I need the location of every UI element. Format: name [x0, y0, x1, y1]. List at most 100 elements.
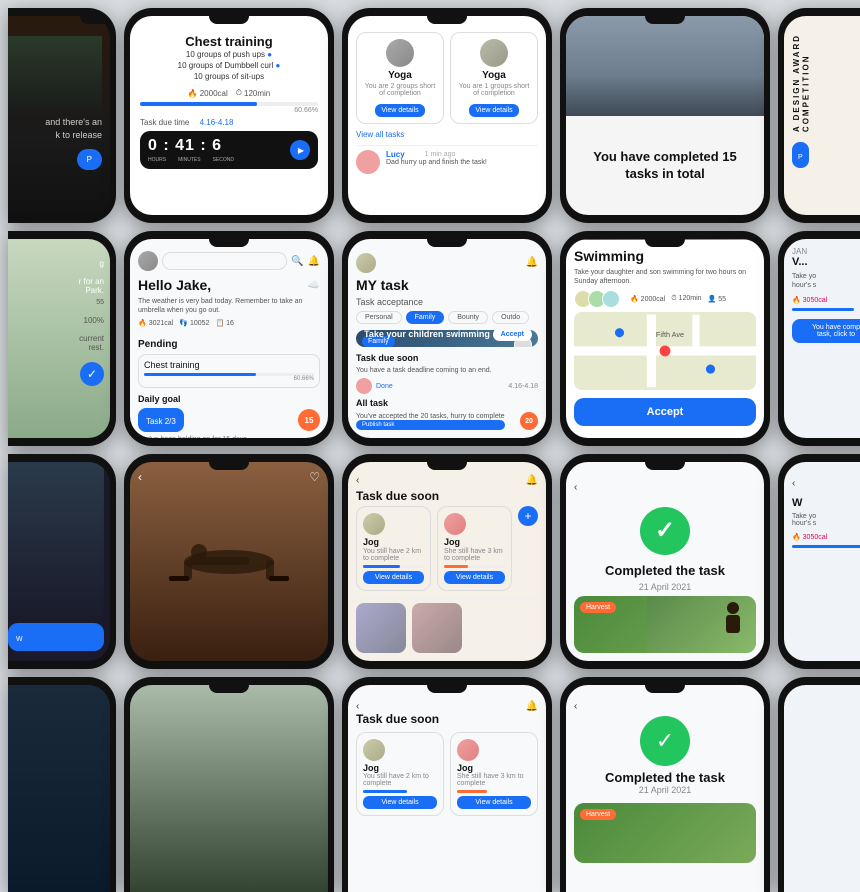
bottom-jog-name-2: Jog: [457, 763, 531, 773]
bell-icon[interactable]: 🔔: [308, 256, 320, 267]
tab-bounty[interactable]: Bounty: [448, 311, 488, 324]
completion-checkmark: [640, 507, 690, 555]
due-avatar: [356, 378, 372, 394]
phone-forest-partial: and there's ank to release P: [8, 8, 116, 223]
task-percent: 60.66%: [144, 376, 314, 382]
bottom-view-btn-2[interactable]: View details: [457, 796, 531, 809]
publish-task-button[interactable]: Publish task: [356, 420, 505, 430]
back-button-completed[interactable]: ‹: [574, 482, 577, 493]
steps-icon: 👣: [179, 319, 188, 327]
progress-bar: [140, 102, 318, 106]
bottom-right-screen: [784, 685, 860, 892]
back-btn-bottom[interactable]: ‹: [356, 701, 359, 712]
workout-partial-stats: 🔥 3050cal: [792, 296, 860, 304]
all-task-section: All task: [356, 398, 538, 408]
yoga-sub-1: You are 2 groups short of completion: [363, 83, 437, 97]
view-all-link[interactable]: View all tasks: [356, 130, 538, 139]
search-bar[interactable]: [162, 252, 287, 270]
timer-display: 0 : 41 : 6 HOURS MINUTES SECOND: [148, 137, 234, 163]
jog-view-btn-2[interactable]: View details: [444, 571, 505, 584]
bell-bottom[interactable]: 🔔: [526, 701, 538, 712]
notch-trees: [209, 685, 249, 693]
phone-award-partial: A DESIGN AWARDCOMPETITION P: [778, 8, 860, 223]
notch-jake: [209, 239, 249, 247]
partial-row3-right-screen: ‹ W Take yohour's s 🔥 3050cal: [784, 462, 860, 661]
swimming-title: Swimming: [574, 248, 756, 264]
flame-icon-jake: 🔥: [138, 319, 147, 327]
jake-stats: 🔥 3021cal 👣 10052 📋 16: [138, 319, 320, 327]
heart-icon-pushup[interactable]: ♡: [309, 470, 320, 484]
jake-cal: 🔥 3021cal: [138, 319, 173, 327]
timer-value: 0 : 41 : 6: [148, 137, 234, 155]
jake-steps: 👣 10052: [179, 319, 209, 327]
exercise-item-2: 10 groups of Dumbbell curl ●: [140, 61, 318, 70]
forest-text: and there's ank to release: [45, 116, 102, 141]
task-bell-icon[interactable]: 🔔: [526, 257, 538, 268]
bottom-jog-bar-1: [363, 790, 407, 793]
exercise-item-3: 10 groups of sit-ups: [140, 72, 318, 81]
partial-r3-title: W: [792, 497, 860, 509]
back-button-pushup[interactable]: ‹: [138, 470, 142, 484]
daily-goal-label: Daily goal: [138, 394, 320, 404]
harvest-person: [718, 600, 748, 640]
back-button-jog[interactable]: ‹: [356, 475, 359, 486]
bottom-jog-bar-2: [457, 790, 487, 793]
search-icon: 🔍: [291, 256, 303, 267]
partial-r3-stats: 🔥 3050cal: [792, 533, 860, 541]
yoga-screen: Yoga You are 2 groups short of completio…: [348, 16, 546, 215]
all-task-text: You've accepted the 20 tasks, hurry to c…: [356, 413, 505, 420]
view-details-btn-1[interactable]: View details: [375, 104, 424, 117]
task-button[interactable]: Task 2/3: [138, 408, 184, 432]
partial-flame: 🔥 3050cal: [792, 296, 827, 304]
tab-personal[interactable]: Personal: [356, 311, 402, 324]
swimming-info: Swimming Take your daughter and son swim…: [566, 240, 764, 438]
due-label: Task due time 4.16-4.18: [140, 118, 318, 127]
bell-icon-jog[interactable]: 🔔: [526, 475, 538, 486]
greeting-text: Hello Jake,: [138, 277, 211, 293]
bottom-view-btn-1[interactable]: View details: [363, 796, 437, 809]
chat-username: Lucy: [386, 150, 405, 159]
accept-button[interactable]: Accept: [493, 330, 532, 341]
phone-chest-training: Chest training 10 groups of push ups ● 1…: [124, 8, 334, 223]
forest-button[interactable]: P: [77, 149, 102, 170]
bottom-checkmark: ✓: [656, 728, 674, 754]
phone-pushup: ‹ ♡: [124, 454, 334, 669]
bottom-completed-date: 21 April 2021: [639, 785, 692, 795]
jan-label: JAN: [792, 247, 860, 256]
award-btn-label: P: [798, 154, 803, 161]
task-tabs: Personal Family Bounty Outdo: [356, 311, 538, 324]
flame-icon: 🔥: [188, 89, 198, 98]
check-button[interactable]: [80, 362, 104, 386]
tab-outdo[interactable]: Outdo: [492, 311, 529, 324]
jog-view-btn-1[interactable]: View details: [363, 571, 424, 584]
award-button[interactable]: P: [792, 142, 809, 168]
bottom-jog-sub-2: She still have 3 km to complete: [457, 773, 531, 787]
play-button[interactable]: [290, 140, 310, 160]
back-button-partial-r3[interactable]: ‹: [792, 478, 860, 489]
jog-cards: Jog You still have 2 km to complete View…: [356, 506, 538, 591]
notch: [209, 16, 249, 24]
tab-family[interactable]: Family: [406, 311, 445, 324]
task-card-family[interactable]: Family Take your children swimming Accep…: [356, 330, 538, 347]
bottom-jog-1: Jog You still have 2 km to complete View…: [356, 732, 444, 816]
pending-label: Pending: [138, 339, 320, 350]
jog-card-2: Jog She still have 3 km to complete View…: [437, 506, 512, 591]
bottom-task-header: ‹ 🔔: [356, 701, 538, 712]
partial-button[interactable]: You have comptask, click to: [792, 319, 860, 343]
workout-partial-title: V...: [792, 256, 860, 268]
back-btn-bottom-2[interactable]: ‹: [574, 701, 577, 712]
chat-time: 1 min ago: [425, 151, 456, 158]
phone-green-partial: gr for anPark. 55 100% currentrest.: [8, 231, 116, 446]
jog-name-1: Jog: [363, 537, 424, 547]
swimming-accept-button[interactable]: Accept: [574, 398, 756, 426]
holding-message: You've been holding on for 15 days.: [138, 436, 320, 438]
due-date: 4.16-4.18: [508, 383, 538, 390]
completed-15-screen: You have completed 15 tasks in total: [566, 16, 764, 215]
view-details-btn-2[interactable]: View details: [469, 104, 518, 117]
progress-percent: 60.66%: [140, 107, 318, 114]
swimming-badge: 👤 55: [708, 295, 726, 303]
dark-button[interactable]: W: [8, 623, 104, 651]
yoga-name-2: Yoga: [457, 70, 531, 81]
photo-overlay: [566, 76, 764, 116]
add-card-button[interactable]: [518, 506, 538, 526]
